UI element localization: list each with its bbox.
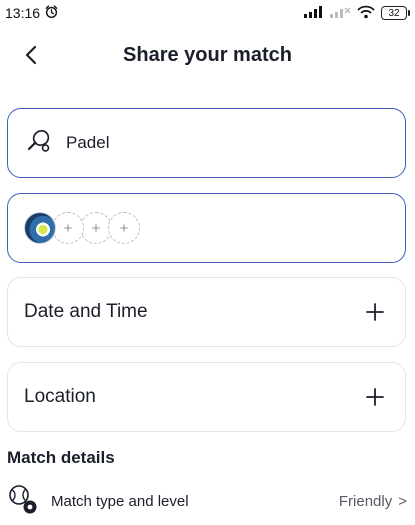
signal-weak-icon (329, 5, 351, 21)
avatar[interactable] (24, 212, 56, 244)
battery-indicator: 32 (381, 6, 410, 20)
match-type-value: Friendly (338, 492, 393, 510)
date-time-row[interactable]: Date and Time (7, 277, 406, 347)
plus-icon[interactable] (363, 300, 387, 324)
match-type-row[interactable]: Match type and level Friendly > (7, 482, 407, 520)
date-time-label: Date and Time (24, 301, 148, 322)
location-row[interactable]: Location (7, 362, 406, 432)
status-right: 32 (303, 5, 410, 22)
match-type-left: Match type and level (7, 483, 189, 520)
plus-icon[interactable] (363, 385, 387, 409)
sport-label: Padel (66, 133, 110, 152)
match-type-value-group: Friendly > (339, 493, 407, 510)
page-title: Share your match (123, 43, 292, 66)
alarm-icon (44, 4, 59, 22)
chevron-right-icon: > (398, 492, 407, 510)
status-bar: 13:16 32 (0, 0, 415, 26)
match-type-label: Match type and level (51, 492, 189, 510)
wifi-icon (357, 5, 375, 22)
add-player-slot[interactable]: + (108, 212, 140, 244)
add-player-slot[interactable]: + (52, 212, 84, 244)
ball-settings-icon (7, 483, 39, 520)
match-details-heading: Match details (7, 448, 115, 467)
padel-racket-icon (26, 128, 52, 159)
chevron-left-icon (25, 45, 37, 65)
back-button[interactable] (16, 40, 46, 70)
header: Share your match (0, 34, 415, 76)
signal-icon (303, 5, 323, 21)
sport-selector[interactable]: Padel (7, 108, 406, 178)
players-selector[interactable]: + + + (7, 193, 406, 263)
status-left: 13:16 (5, 4, 59, 22)
status-time: 13:16 (5, 5, 41, 21)
location-label: Location (24, 386, 96, 407)
